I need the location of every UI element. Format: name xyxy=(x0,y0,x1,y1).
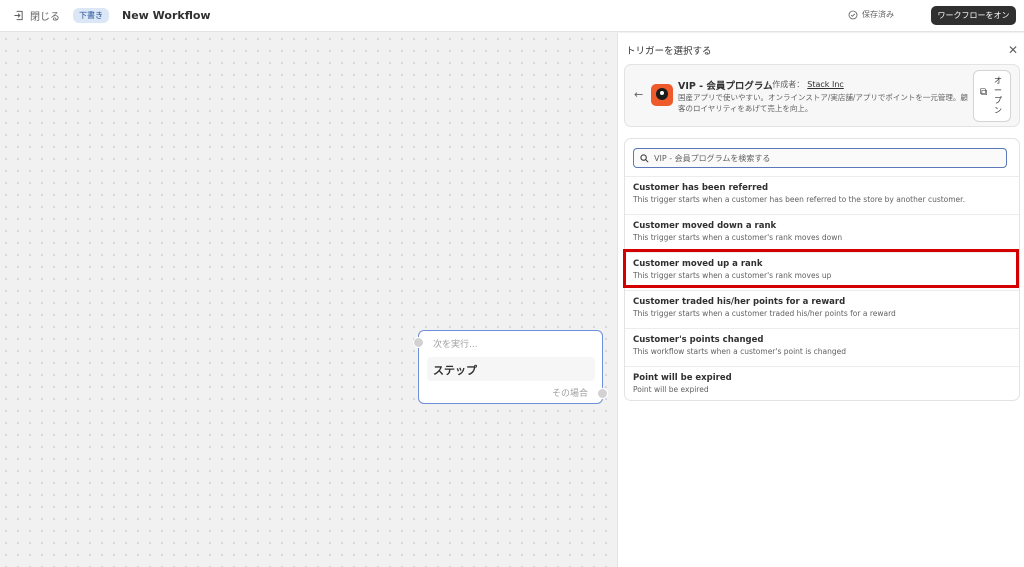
app-description: 国産アプリで使いやすい。オンラインストア/実店舗/アプリでポイントを一元管理。顧… xyxy=(678,93,968,113)
exit-icon xyxy=(14,10,23,21)
search-icon xyxy=(640,153,649,163)
check-circle-icon xyxy=(848,10,858,19)
trigger-title: Customer moved up a rank xyxy=(633,259,763,269)
trigger-item[interactable]: Point will be expired Point will be expi… xyxy=(625,366,1019,400)
author-link[interactable]: Stack Inc xyxy=(807,80,844,89)
trigger-description: This trigger starts when a customer has … xyxy=(633,195,965,204)
step-else-label: その場合 xyxy=(551,389,588,399)
saved-label: 保存済み xyxy=(862,10,894,19)
back-arrow-icon[interactable]: ← xyxy=(634,88,643,101)
trigger-title: Customer moved down a rank xyxy=(633,221,777,231)
app-card: ← VIP - 会員プログラム • 作成者： Stack Inc 国産アプリで使い… xyxy=(624,64,1020,127)
app-name: VIP - 会員プログラム xyxy=(678,81,773,92)
step-node[interactable]: 次を実行... ステップ その場合 xyxy=(413,330,608,404)
app-meta: • 作成者： Stack Inc xyxy=(765,79,844,90)
search-input[interactable] xyxy=(654,153,994,163)
trigger-title: Customer traded his/her points for a rew… xyxy=(633,297,846,307)
input-port[interactable] xyxy=(413,337,424,348)
output-port[interactable] xyxy=(597,388,608,399)
open-label: オープン xyxy=(994,76,1002,115)
workflow-title[interactable]: New Workflow xyxy=(122,9,211,22)
trigger-description: This trigger starts when a customer trad… xyxy=(633,309,896,318)
open-app-button[interactable]: ⧉ オープン xyxy=(973,70,1011,122)
app-logo xyxy=(651,84,673,106)
workflow-canvas[interactable] xyxy=(0,33,617,567)
author-prefix: • 作成者： xyxy=(765,80,805,89)
search-field[interactable] xyxy=(633,148,1007,168)
external-link-icon: ⧉ xyxy=(980,87,988,98)
save-status: 保存済み xyxy=(848,9,894,20)
close-icon[interactable]: ✕ xyxy=(1008,44,1018,56)
trigger-description: This trigger starts when a customer's ra… xyxy=(633,271,832,280)
turn-on-workflow-button[interactable]: ワークフローをオン xyxy=(931,6,1016,25)
panel-title: トリガーを選択する xyxy=(626,46,712,57)
trigger-description: Point will be expired xyxy=(633,385,709,394)
trigger-title: Customer has been referred xyxy=(633,183,769,193)
trigger-item[interactable]: Customer traded his/her points for a rew… xyxy=(625,290,1019,328)
trigger-list: Customer has been referred This trigger … xyxy=(624,138,1020,401)
status-badge: 下書き xyxy=(73,8,109,23)
trigger-panel: トリガーを選択する ✕ ← VIP - 会員プログラム • 作成者： Stack … xyxy=(617,33,1024,567)
trigger-title: Customer's points changed xyxy=(633,335,764,345)
trigger-item-selected[interactable]: Customer moved up a rank This trigger st… xyxy=(625,252,1019,290)
trigger-description: This trigger starts when a customer's ra… xyxy=(633,233,843,242)
step-hint: 次を実行... xyxy=(433,340,478,350)
trigger-item[interactable]: Customer's points changed This workflow … xyxy=(625,328,1019,366)
step-label: ステップ xyxy=(433,364,477,377)
trigger-description: This workflow starts when a customer's p… xyxy=(633,347,846,356)
close-label: 閉じる xyxy=(30,12,60,23)
trigger-item[interactable]: Customer moved down a rank This trigger … xyxy=(625,214,1019,252)
trigger-title: Point will be expired xyxy=(633,373,732,383)
top-bar: 閉じる 下書き New Workflow 保存済み ワークフローをオン xyxy=(0,0,1024,32)
trigger-item[interactable]: Customer has been referred This trigger … xyxy=(625,176,1019,214)
close-button[interactable]: 閉じる xyxy=(13,8,60,23)
